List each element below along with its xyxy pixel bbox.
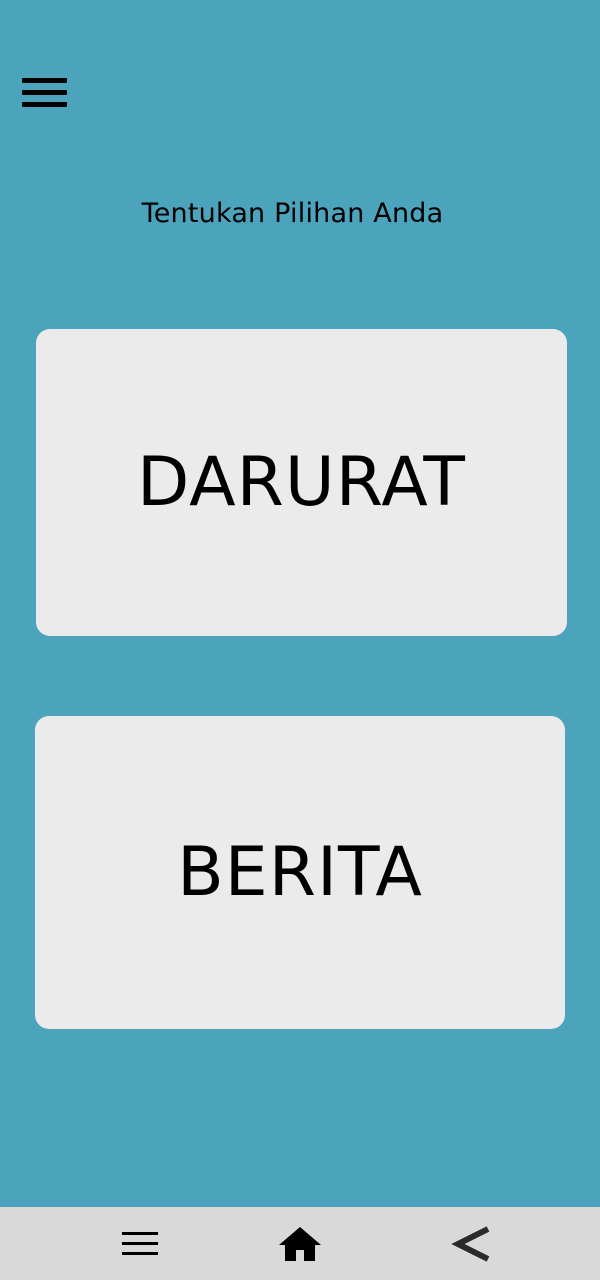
berita-label: BERITA <box>177 833 423 912</box>
darurat-button[interactable]: DARURAT <box>36 329 567 636</box>
menu-bar-middle <box>22 90 67 95</box>
nav-menu-button[interactable] <box>115 1221 165 1267</box>
back-icon <box>451 1226 490 1262</box>
app-screen: Tentukan Pilihan Anda DARURAT BERITA <box>0 0 600 1207</box>
berita-button[interactable]: BERITA <box>35 716 565 1029</box>
page-title: Tentukan Pilihan Anda <box>141 198 444 229</box>
darurat-label: DARURAT <box>137 443 466 522</box>
menu-bar-bottom <box>22 102 67 107</box>
nav-back-button[interactable] <box>446 1221 496 1267</box>
menu-bar-top <box>22 78 67 83</box>
home-icon <box>279 1227 321 1261</box>
hamburger-menu-icon[interactable] <box>22 75 68 111</box>
nav-home-button[interactable] <box>275 1221 325 1267</box>
menu-icon <box>122 1232 158 1255</box>
bottom-navigation-bar <box>0 1207 600 1280</box>
